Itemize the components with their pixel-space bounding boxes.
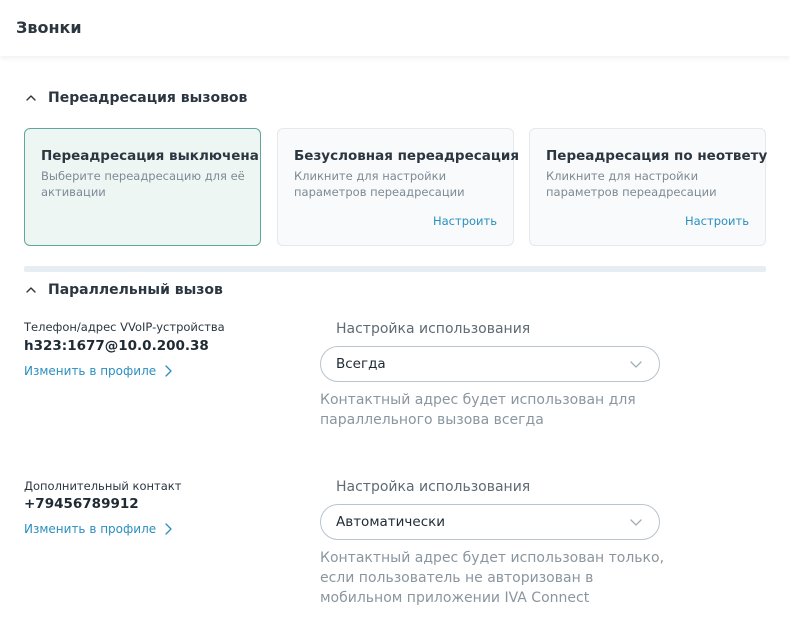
page-title: Звонки xyxy=(16,18,82,37)
forwarding-section-toggle[interactable]: Переадресация вызовов xyxy=(24,90,247,106)
page-header: Звонки xyxy=(0,0,790,56)
forwarding-card-unconditional[interactable]: Безусловная переадресация Кликните для н… xyxy=(277,128,519,246)
chevron-up-icon xyxy=(26,287,36,293)
usage-select-value: Автоматически xyxy=(336,514,446,530)
forwarding-card-off[interactable]: Переадресация выключена Выберите переадр… xyxy=(24,128,261,246)
contact-value: +79456789912 xyxy=(24,496,139,512)
configure-link[interactable]: Настроить xyxy=(433,214,497,228)
contact-label: Телефон/адрес VVoIP-устройства xyxy=(24,320,225,334)
contact-label: Дополнительный контакт xyxy=(24,479,182,493)
card-title: Переадресация выключена xyxy=(41,148,259,164)
parallel-section-title: Параллельный вызов xyxy=(48,282,223,298)
configure-link[interactable]: Настроить xyxy=(685,214,749,228)
edit-in-profile-label: Изменить в профиле xyxy=(24,364,157,378)
forwarding-section-title: Переадресация вызовов xyxy=(48,90,248,106)
parallel-section-toggle[interactable]: Параллельный вызов xyxy=(24,282,223,298)
card-title: Безусловная переадресация xyxy=(294,148,519,164)
usage-select-value: Всегда xyxy=(336,356,386,372)
edit-in-profile-link[interactable]: Изменить в профиле xyxy=(24,522,172,536)
card-description: Кликните для настройки параметров переад… xyxy=(294,169,465,199)
usage-select[interactable]: Всегда xyxy=(320,346,660,382)
edit-in-profile-label: Изменить в профиле xyxy=(24,522,157,536)
usage-setting-label: Настройка использования xyxy=(336,479,531,495)
usage-hint: Контактный адрес будет использован для п… xyxy=(320,392,636,428)
chevron-up-icon xyxy=(26,95,36,101)
forwarding-card-no-answer[interactable]: Переадресация по неответу Кликните для н… xyxy=(529,128,768,246)
chevron-down-icon xyxy=(630,361,642,368)
card-description: Кликните для настройки параметров переад… xyxy=(546,169,717,199)
chevron-right-icon xyxy=(165,523,172,535)
card-title: Переадресация по неответу xyxy=(546,148,768,164)
card-description: Выберите переадресацию для её активации xyxy=(41,169,245,199)
usage-hint: Контактный адрес будет использован тольк… xyxy=(320,550,665,606)
edit-in-profile-link[interactable]: Изменить в профиле xyxy=(24,364,172,378)
section-divider xyxy=(24,266,766,272)
contact-value: h323:1677@10.0.200.38 xyxy=(24,338,209,354)
usage-setting-label: Настройка использования xyxy=(336,321,531,337)
chevron-down-icon xyxy=(630,519,642,526)
usage-select[interactable]: Автоматически xyxy=(320,504,660,540)
chevron-right-icon xyxy=(165,365,172,377)
